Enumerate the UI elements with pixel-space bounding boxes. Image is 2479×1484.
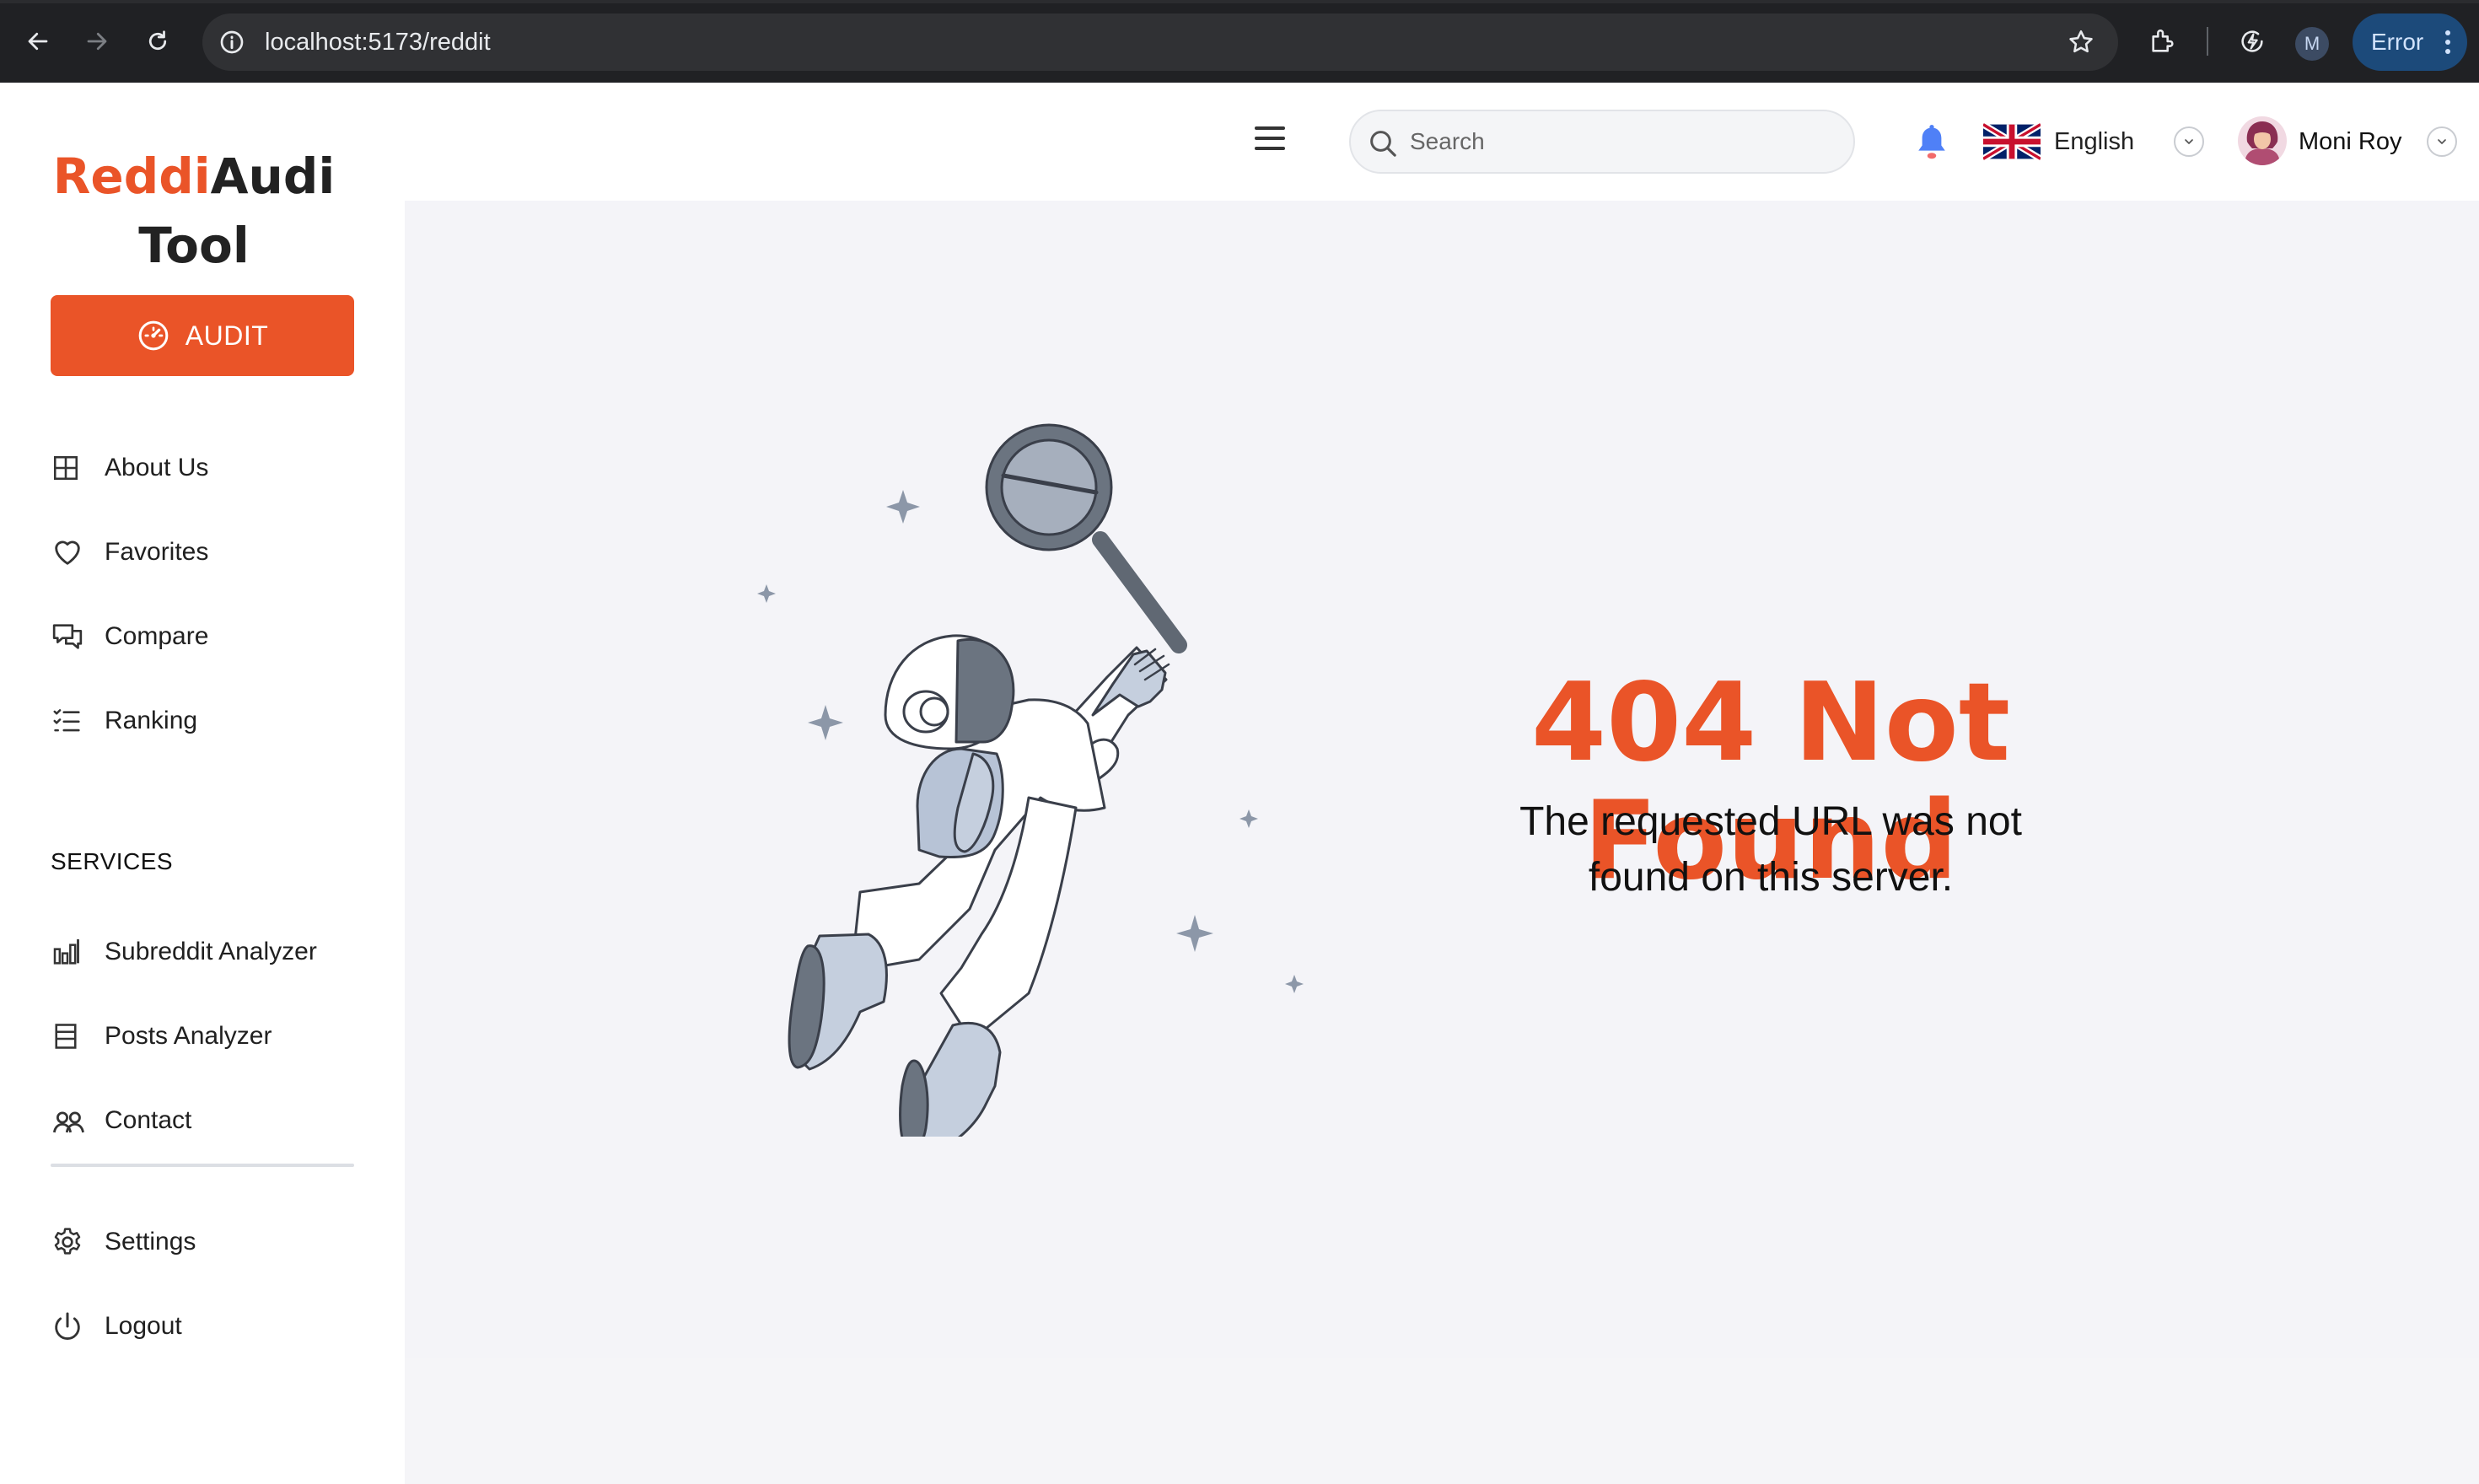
url-text[interactable]: localhost:5173/reddit <box>265 13 491 71</box>
kebab-menu-icon <box>2445 30 2450 54</box>
app-logo[interactable]: ReddiAudi Tool <box>0 142 388 280</box>
audit-button[interactable]: AUDIT <box>51 295 354 376</box>
chevron-down-icon <box>2438 139 2446 144</box>
heart-icon <box>51 533 89 572</box>
services-section-label: SERVICES <box>51 848 174 874</box>
error-label: Error <box>2371 29 2424 55</box>
chat-bubbles-icon <box>51 617 89 656</box>
sidebar-item-settings[interactable]: Settings <box>51 1217 196 1267</box>
topbar: English Moni Roy <box>405 83 2479 201</box>
search-box[interactable] <box>1349 110 1855 174</box>
language-dropdown-button[interactable] <box>2174 126 2204 157</box>
arrow-left-icon <box>28 32 48 51</box>
sidebar-item-label: Ranking <box>105 707 198 734</box>
sidebar-item-compare[interactable]: Compare <box>51 611 208 662</box>
grid-icon <box>51 449 89 487</box>
toolbar-separator <box>2207 27 2208 56</box>
menu-toggle-icon[interactable] <box>1255 126 1292 157</box>
user-dropdown-button[interactable] <box>2427 126 2457 157</box>
uk-flag-icon <box>1983 123 2041 160</box>
extensions-icon[interactable] <box>2142 20 2184 62</box>
audit-label: AUDIT <box>185 320 269 351</box>
address-bar[interactable]: localhost:5173/reddit <box>202 13 2118 71</box>
logo-text-tool: Tool <box>138 217 250 274</box>
forward-button[interactable] <box>73 17 121 66</box>
error-message: The requested URL was not found on this … <box>1519 799 2022 900</box>
tab-strip-edge <box>0 0 2479 3</box>
logo-text-audi: Audi <box>210 148 336 205</box>
users-icon <box>51 1101 89 1140</box>
logo-text-reddi: Reddi <box>52 148 211 205</box>
sidebar-divider <box>51 1164 354 1167</box>
arrow-right-icon <box>87 32 107 51</box>
bar-chart-icon <box>51 933 89 971</box>
sidebar-item-label: Settings <box>105 1228 196 1255</box>
site-info-icon[interactable] <box>216 26 248 58</box>
content-footer-band <box>405 1358 2479 1484</box>
browser-chrome: localhost:5173/reddit M Error <box>0 0 2479 83</box>
back-button[interactable] <box>13 17 62 66</box>
sidebar-item-label: Logout <box>105 1312 182 1340</box>
sidebar-item-label: Contact <box>105 1106 192 1134</box>
sidebar-item-about-us[interactable]: About Us <box>51 443 208 493</box>
sidebar-item-label: Compare <box>105 622 209 650</box>
search-icon <box>1370 131 1396 157</box>
language-label[interactable]: English <box>2054 125 2134 159</box>
sidebar-item-subreddit-analyzer[interactable]: Subreddit Analyzer <box>51 927 317 977</box>
sidebar-item-posts-analyzer[interactable]: Posts Analyzer <box>51 1011 272 1062</box>
sidebar-item-label: Subreddit Analyzer <box>105 938 317 965</box>
search-input[interactable] <box>1410 111 1831 172</box>
performance-icon[interactable] <box>2231 20 2273 62</box>
sidebar-item-label: About Us <box>105 454 209 481</box>
bookmark-star-icon[interactable] <box>2064 25 2098 59</box>
browser-profile-avatar[interactable]: M <box>2295 27 2329 61</box>
sidebar-item-contact[interactable]: Contact <box>51 1095 191 1146</box>
gear-icon <box>51 1223 89 1261</box>
sidebar-item-favorites[interactable]: Favorites <box>51 527 208 578</box>
browser-error-button[interactable]: Error <box>2353 13 2467 71</box>
sidebar-item-logout[interactable]: Logout <box>51 1301 182 1352</box>
user-name[interactable]: Moni Roy <box>2299 125 2402 159</box>
sidebar-item-ranking[interactable]: Ranking <box>51 696 197 746</box>
main-content: 404 Not Found The requested URL was not … <box>405 201 2479 1484</box>
notification-bell-icon[interactable] <box>1914 123 1949 162</box>
user-avatar[interactable] <box>2238 116 2287 165</box>
speedometer-icon <box>138 320 169 351</box>
reload-icon <box>148 30 167 51</box>
sidebar: ReddiAudi Tool AUDIT About Us Favorites … <box>0 83 405 1484</box>
sidebar-item-label: Favorites <box>105 538 209 566</box>
sidebar-item-label: Posts Analyzer <box>105 1022 272 1050</box>
power-icon <box>51 1307 89 1346</box>
document-icon <box>51 1017 89 1056</box>
checklist-icon <box>51 702 89 740</box>
astronaut-illustration <box>757 423 1304 1137</box>
chevron-down-icon <box>2185 139 2193 144</box>
reload-button[interactable] <box>133 17 182 66</box>
